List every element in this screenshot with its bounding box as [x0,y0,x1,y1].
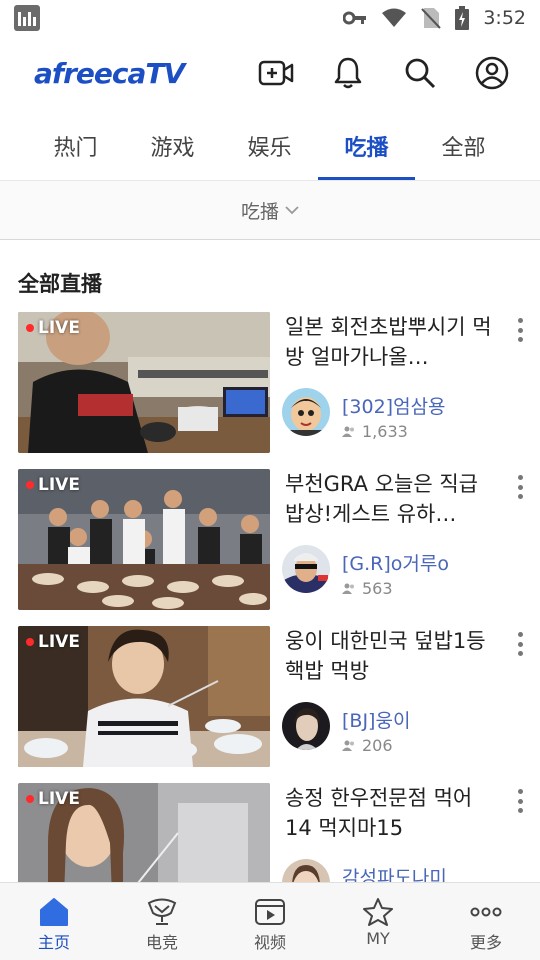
battery-icon [455,6,470,30]
profile-icon[interactable] [474,55,510,91]
people-icon [342,426,354,437]
notification-icon [14,5,40,31]
stream-item[interactable]: LIVE 일본 회전초밥뿌시기 먹방 얼마가나올… [302]엄삼용 1,633 [0,312,540,469]
live-badge: LIVE [26,475,80,495]
more-options-icon[interactable] [512,632,528,656]
stream-thumbnail[interactable]: LIVE [18,626,270,767]
nav-more[interactable]: 更多 [432,883,540,960]
live-badge: LIVE [26,789,80,809]
tab-hot[interactable]: 热门 [27,110,124,180]
stream-title[interactable]: 웅이 대한민국 덮밥1등 핵밥 먹방 [285,626,495,686]
chevron-down-icon [285,206,299,215]
nav-video[interactable]: 视频 [216,883,324,960]
live-dot-icon [26,638,34,646]
stream-thumbnail[interactable]: LIVE [18,469,270,610]
trophy-icon [147,898,177,925]
bell-icon[interactable] [330,55,366,91]
live-dot-icon [26,481,34,489]
live-dot-icon [26,795,34,803]
streamer-name[interactable]: [BJ]웅이 [342,706,410,733]
tab-games[interactable]: 游戏 [124,110,221,180]
more-options-icon[interactable] [512,475,528,499]
streamer-name[interactable]: [302]엄삼용 [342,392,446,419]
section-title: 全部直播 [18,272,102,296]
status-bar: 3:52 [0,0,540,36]
stream-item[interactable]: LIVE 부천GRA 오늘은 직급밥상!게스트 유하… [G.R]o거루o 56… [0,469,540,626]
stream-item[interactable]: LIVE 웅이 대한민국 덮밥1등 핵밥 먹방 [BJ]웅이 206 [0,626,540,783]
wifi-icon [382,8,407,27]
more-options-icon[interactable] [512,789,528,813]
star-icon [363,898,393,926]
start-broadcast-icon[interactable] [258,55,294,91]
clock: 3:52 [483,7,526,29]
streamer-name[interactable]: [G.R]o거루o [342,549,449,576]
bottom-navigation: 主页 电竞 视频 MY 更多 [0,882,540,960]
nav-my[interactable]: MY [324,883,432,960]
app-header: afreecaTV [0,36,540,110]
viewer-count: 206 [342,736,393,755]
stream-title[interactable]: 송정 한우전문점 먹어14 먹지마15 [285,783,495,843]
category-tabs: 热门 游戏 娱乐 吃播 全部 [0,110,540,180]
streamer-avatar[interactable] [282,545,330,593]
search-icon[interactable] [402,55,438,91]
streamer-avatar[interactable] [282,388,330,436]
category-filter-dropdown[interactable]: 吃播 [0,180,540,240]
more-dots-icon [470,907,502,917]
stream-title[interactable]: 일본 회전초밥뿌시기 먹방 얼마가나올… [285,312,495,372]
tab-entertainment[interactable]: 娱乐 [221,110,318,180]
afreecatv-logo[interactable]: afreecaTV [34,57,258,90]
live-dot-icon [26,324,34,332]
no-sim-icon [421,8,442,29]
tab-all[interactable]: 全部 [415,110,512,180]
stream-thumbnail[interactable]: LIVE [18,312,270,453]
live-badge: LIVE [26,632,80,652]
key-icon [343,11,367,25]
video-icon [255,899,285,925]
stream-title[interactable]: 부천GRA 오늘은 직급밥상!게스트 유하… [285,469,495,529]
nav-esports[interactable]: 电竞 [108,883,216,960]
streamer-avatar[interactable] [282,702,330,750]
stream-list: LIVE 일본 회전초밥뿌시기 먹방 얼마가나올… [302]엄삼용 1,633 [0,312,540,940]
app-screen: 3:52 afreecaTV 热门 游戏 娱乐 吃播 全部 吃播 全部直播 LI… [0,0,540,960]
people-icon [342,583,354,594]
more-options-icon[interactable] [512,318,528,342]
home-icon [40,898,68,926]
nav-home[interactable]: 主页 [0,883,108,960]
people-icon [342,740,354,751]
live-badge: LIVE [26,318,80,338]
viewer-count: 563 [342,579,393,598]
filter-label: 吃播 [240,200,279,223]
viewer-count: 1,633 [342,422,408,441]
tab-mukbang[interactable]: 吃播 [318,110,415,180]
